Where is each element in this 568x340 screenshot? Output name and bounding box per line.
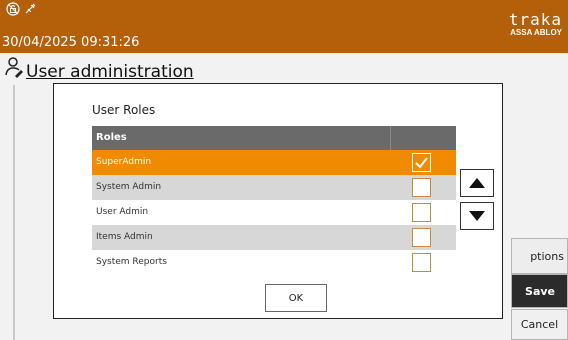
table-row[interactable]: Items Admin <box>92 225 456 250</box>
role-checkbox[interactable] <box>412 203 431 222</box>
move-down-button[interactable] <box>460 202 494 230</box>
table-header: Roles <box>92 126 456 150</box>
table-row[interactable]: System Reports <box>92 250 456 275</box>
role-checkbox[interactable] <box>412 253 431 272</box>
role-checkbox[interactable] <box>412 178 431 197</box>
unlock-icon <box>6 2 20 20</box>
checkmark-icon <box>415 157 428 169</box>
status-icons <box>6 2 37 20</box>
table-row[interactable]: SuperAdmin <box>92 150 456 175</box>
save-button[interactable]: Save <box>511 274 568 308</box>
content-edge <box>13 85 15 340</box>
plug-icon <box>23 2 37 20</box>
table-row[interactable]: User Admin <box>92 200 456 225</box>
user-roles-dialog: User Roles Roles SuperAdmin System Admin U… <box>53 83 503 319</box>
logo-word: traka <box>508 10 562 29</box>
options-button[interactable]: ptions <box>511 238 568 274</box>
dialog-title: User Roles <box>92 103 156 117</box>
triangle-up-icon <box>469 178 485 188</box>
role-label: System Admin <box>96 182 162 192</box>
role-check-cell <box>391 150 456 175</box>
role-checkbox[interactable] <box>412 228 431 247</box>
role-label: User Admin <box>96 207 149 217</box>
role-label: System Reports <box>96 257 167 267</box>
roles-table: Roles SuperAdmin System Admin User Admin It… <box>92 126 456 275</box>
cancel-button[interactable]: Cancel <box>511 309 568 340</box>
role-check-cell <box>391 225 456 250</box>
role-check-cell <box>391 175 456 200</box>
traka-logo: traka ASSA ABLOY <box>509 12 562 38</box>
move-up-button[interactable] <box>460 169 494 197</box>
page-title: User administration <box>26 62 194 82</box>
triangle-down-icon <box>469 211 485 221</box>
role-check-cell <box>391 250 456 275</box>
role-label: SuperAdmin <box>96 157 152 167</box>
ok-button[interactable]: OK <box>265 284 327 312</box>
user-edit-icon <box>5 57 23 78</box>
check-column-header <box>391 126 456 150</box>
logo-subtitle: ASSA ABLOY <box>510 28 562 37</box>
top-bar: 30/04/2025 09:31:26 traka ASSA ABLOY <box>0 0 568 53</box>
role-checkbox[interactable] <box>412 153 431 172</box>
roles-column-header: Roles <box>92 126 391 150</box>
role-label: Items Admin <box>96 232 153 242</box>
table-row[interactable]: System Admin <box>92 175 456 200</box>
role-check-cell <box>391 200 456 225</box>
datetime: 30/04/2025 09:31:26 <box>2 35 140 50</box>
